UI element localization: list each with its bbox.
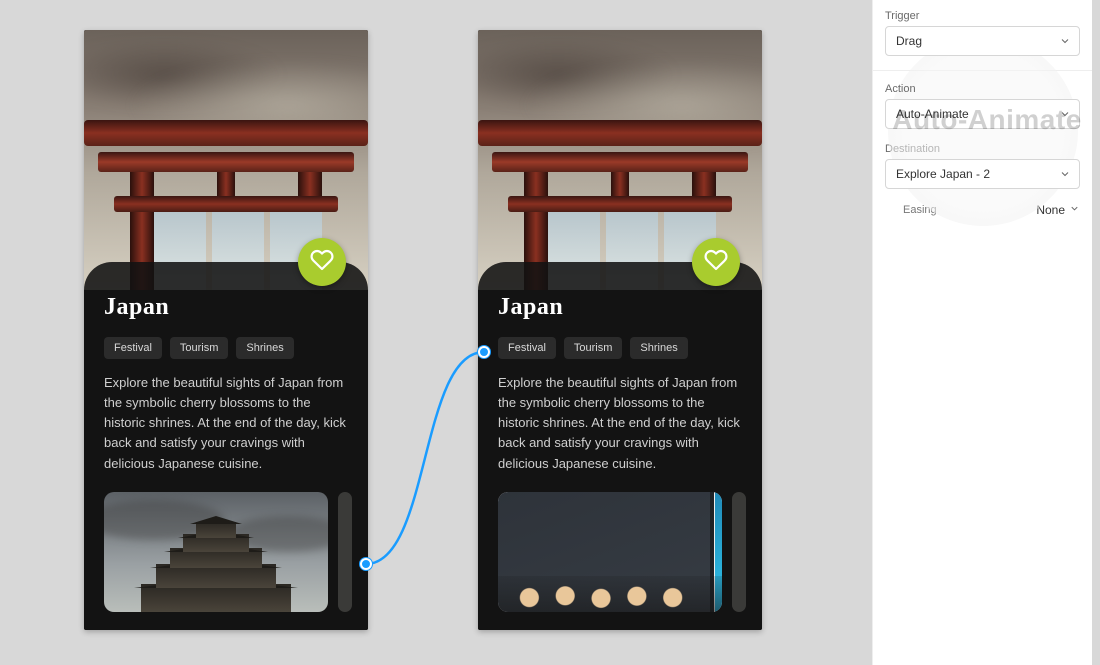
- castle-thumbnail[interactable]: [104, 492, 328, 612]
- action-value: Auto-Animate: [896, 107, 969, 121]
- favorite-button[interactable]: [298, 238, 346, 286]
- trigger-value: Drag: [896, 34, 922, 48]
- destination-select[interactable]: Explore Japan - 2: [885, 159, 1080, 189]
- next-thumbnail-peek[interactable]: [338, 492, 352, 612]
- tag-row: Festival Tourism Shrines: [498, 337, 742, 359]
- tag-chip[interactable]: Shrines: [236, 337, 293, 359]
- destination-label: Destination: [885, 143, 1080, 155]
- wire-start-handle[interactable]: [360, 558, 372, 570]
- tag-chip[interactable]: Tourism: [170, 337, 229, 359]
- artboard-explore-japan-2[interactable]: Japan Festival Tourism Shrines Explore t…: [478, 30, 762, 630]
- tag-chip[interactable]: Festival: [104, 337, 162, 359]
- heart-icon: [310, 248, 334, 277]
- artboard-explore-japan-1[interactable]: Japan Festival Tourism Shrines Explore t…: [84, 30, 368, 630]
- trigger-select[interactable]: Drag: [885, 26, 1080, 56]
- chevron-down-icon: [1069, 203, 1080, 217]
- chevron-down-icon: [1059, 108, 1071, 120]
- card-description: Explore the beautiful sights of Japan fr…: [104, 373, 348, 474]
- wire-end-handle[interactable]: [478, 346, 490, 358]
- easing-label: Easing: [885, 204, 937, 216]
- thumbnail-carousel[interactable]: [104, 492, 348, 612]
- destination-value: Explore Japan - 2: [896, 167, 990, 181]
- heart-icon: [704, 248, 728, 277]
- tag-row: Festival Tourism Shrines: [104, 337, 348, 359]
- tag-chip[interactable]: Shrines: [630, 337, 687, 359]
- watermark-circle: [888, 36, 1078, 226]
- card-title: Japan: [104, 294, 348, 321]
- anime-mural-thumbnail[interactable]: [498, 492, 722, 612]
- favorite-button[interactable]: [692, 238, 740, 286]
- card-description: Explore the beautiful sights of Japan fr…: [498, 373, 742, 474]
- action-label: Action: [885, 83, 1080, 95]
- thumbnail-carousel[interactable]: [498, 492, 742, 612]
- info-sheet: Japan Festival Tourism Shrines Explore t…: [84, 262, 368, 630]
- action-select[interactable]: Auto-Animate: [885, 99, 1080, 129]
- tag-chip[interactable]: Festival: [498, 337, 556, 359]
- chevron-down-icon: [1059, 35, 1071, 47]
- trigger-label: Trigger: [885, 10, 1080, 22]
- tag-chip[interactable]: Tourism: [564, 337, 623, 359]
- interaction-inspector-panel: Trigger Drag Action Auto-Animate Destina…: [872, 0, 1092, 665]
- info-sheet: Japan Festival Tourism Shrines Explore t…: [478, 262, 762, 630]
- easing-select[interactable]: None: [1036, 203, 1080, 217]
- prototype-canvas[interactable]: Japan Festival Tourism Shrines Explore t…: [0, 0, 860, 665]
- easing-row: Easing None: [885, 203, 1080, 217]
- chevron-down-icon: [1059, 168, 1071, 180]
- easing-value: None: [1036, 203, 1065, 217]
- divider: [873, 70, 1092, 71]
- next-thumbnail-peek[interactable]: [732, 492, 746, 612]
- card-title: Japan: [498, 294, 742, 321]
